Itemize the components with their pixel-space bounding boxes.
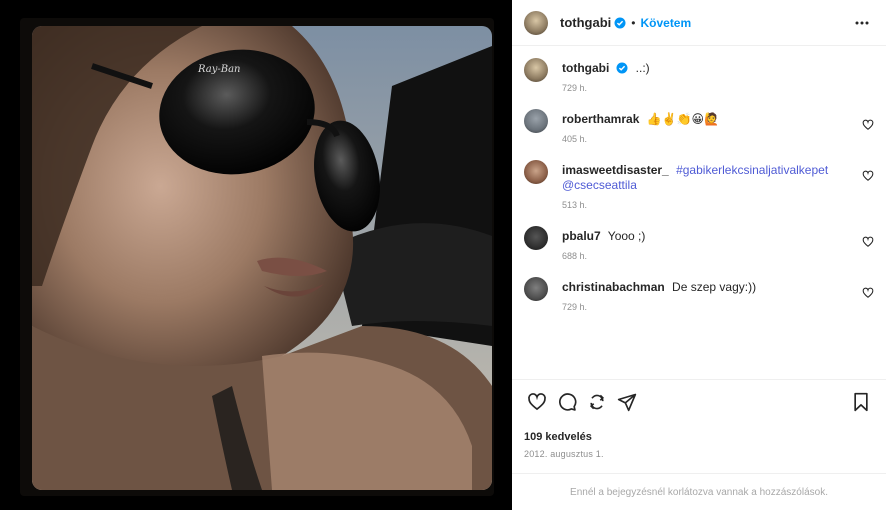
- post-modal: Ray-Ban tothgabi • Követem tothgabi ..:)…: [0, 0, 886, 510]
- share-icon[interactable]: [612, 387, 642, 417]
- svg-text:Ray-Ban: Ray-Ban: [197, 64, 241, 75]
- comments-list: tothgabi ..:) 729 h. roberthamrak 👍✌️👏😀🙋…: [512, 46, 886, 379]
- caption-avatar[interactable]: [524, 58, 548, 82]
- verified-badge-icon: [614, 17, 626, 28]
- comment-username[interactable]: pbalu7: [562, 229, 601, 243]
- comment-time[interactable]: 688 h.: [562, 251, 874, 261]
- heart-icon[interactable]: [522, 387, 552, 417]
- comment-avatar[interactable]: [524, 160, 548, 184]
- author-avatar[interactable]: [524, 10, 548, 35]
- comment-username[interactable]: imasweetdisaster_: [562, 163, 669, 177]
- likes-count[interactable]: 109 kedvelés: [512, 431, 886, 443]
- caption-time[interactable]: 729 h.: [562, 83, 874, 93]
- more-options-icon[interactable]: [850, 11, 874, 35]
- comment-text: De szep vagy:)): [672, 280, 757, 294]
- comment-avatar[interactable]: [524, 226, 548, 250]
- comment-item: christinabachman De szep vagy:)) 729 h.: [524, 277, 874, 312]
- comment-username[interactable]: christinabachman: [562, 280, 665, 294]
- photo-illustration: Ray-Ban: [32, 26, 492, 490]
- follow-button[interactable]: Követem: [640, 16, 691, 30]
- post-header: tothgabi • Követem: [512, 0, 886, 46]
- separator-dot: •: [631, 15, 636, 30]
- caption-username[interactable]: tothgabi: [562, 61, 609, 75]
- comment-avatar[interactable]: [524, 277, 548, 301]
- verified-badge-icon: [616, 62, 628, 74]
- action-bar: [512, 379, 886, 423]
- comment-avatar[interactable]: [524, 109, 548, 133]
- caption-text: ..:): [635, 61, 650, 75]
- comment-icon[interactable]: [552, 387, 582, 417]
- comment-item: pbalu7 Yooo ;) 688 h.: [524, 226, 874, 261]
- comment-item: imasweetdisaster_ #gabikerlekcsinaljativ…: [524, 160, 874, 210]
- comment-time[interactable]: 729 h.: [562, 302, 874, 312]
- caption: tothgabi ..:) 729 h.: [524, 58, 874, 93]
- comment-item: roberthamrak 👍✌️👏😀🙋 405 h.: [524, 109, 874, 144]
- comment-like-heart-icon[interactable]: [862, 119, 874, 131]
- bookmark-icon[interactable]: [846, 387, 876, 417]
- comments-restricted-notice: Ennél a bejegyzésnél korlátozva vannak a…: [512, 473, 886, 510]
- post-media: Ray-Ban: [0, 0, 512, 510]
- post-photo[interactable]: Ray-Ban: [32, 26, 492, 490]
- author-username[interactable]: tothgabi: [560, 15, 611, 30]
- comment-like-heart-icon[interactable]: [862, 287, 874, 299]
- comment-like-heart-icon[interactable]: [862, 170, 874, 182]
- comment-username[interactable]: roberthamrak: [562, 112, 639, 126]
- comment-text: 👍✌️👏😀🙋: [646, 112, 719, 126]
- repost-icon[interactable]: [582, 387, 612, 417]
- comment-time[interactable]: 405 h.: [562, 134, 874, 144]
- post-date[interactable]: 2012. augusztus 1.: [512, 449, 886, 459]
- comment-time[interactable]: 513 h.: [562, 200, 874, 210]
- comment-like-heart-icon[interactable]: [862, 236, 874, 248]
- comment-text: Yooo ;): [607, 229, 646, 243]
- post-panel: tothgabi • Követem tothgabi ..:) 729 h.: [512, 0, 886, 510]
